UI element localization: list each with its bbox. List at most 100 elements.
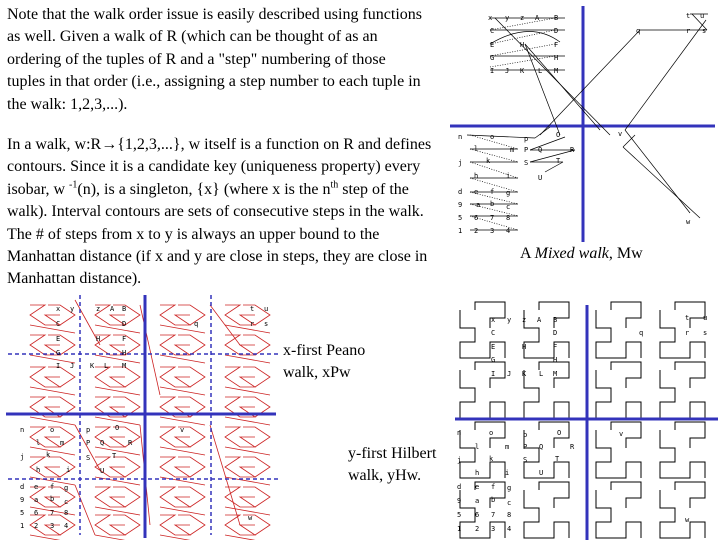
svg-text:1: 1 [458, 227, 462, 235]
svg-text:m: m [60, 439, 64, 447]
svg-text:x: x [56, 305, 60, 313]
svg-text:o: o [50, 426, 54, 434]
svg-text:A: A [537, 316, 542, 324]
svg-text:L: L [539, 370, 543, 378]
svg-text:w: w [686, 218, 691, 226]
svg-text:x: x [488, 14, 492, 22]
hilbert-walk-caption: y-first Hilbert walk, yHw. [348, 443, 436, 487]
svg-text:k: k [486, 157, 491, 165]
mixed-walk-path [466, 13, 708, 231]
svg-text:j: j [458, 159, 462, 167]
svg-text:l: l [36, 439, 40, 447]
svg-text:R: R [128, 439, 133, 447]
svg-text:3: 3 [50, 522, 54, 530]
svg-text:S: S [523, 456, 527, 464]
svg-text:H: H [522, 343, 526, 351]
svg-text:w: w [685, 516, 690, 524]
svg-text:B: B [553, 316, 557, 324]
peano-zigzag [159, 396, 206, 426]
svg-text:I: I [56, 362, 60, 370]
svg-text:e: e [475, 483, 479, 491]
svg-text:z: z [96, 305, 100, 313]
svg-text:y: y [70, 305, 74, 313]
svg-text:n: n [458, 133, 462, 141]
svg-text:I: I [491, 370, 495, 378]
mixed-walk-caption: A Mixed walk, Mw [520, 243, 643, 265]
svg-text:6: 6 [474, 214, 478, 222]
svg-text:x: x [491, 316, 495, 324]
peano-connector [209, 424, 241, 526]
svg-text:5: 5 [457, 511, 461, 519]
svg-text:K: K [522, 370, 527, 378]
svg-text:p: p [524, 135, 528, 143]
peano-zigzag [94, 304, 141, 334]
svg-text:H: H [554, 54, 558, 62]
mixed-walk-diagram: xyzAB CD EHF GH IJKLM qt ur s nopO lmPQR j… [450, 6, 715, 242]
peano-zigzag [224, 366, 271, 396]
svg-text:J: J [70, 362, 74, 370]
svg-text:4: 4 [64, 522, 68, 530]
peano-zigzag [159, 456, 206, 486]
svg-text:c: c [506, 203, 510, 211]
peano-connector [74, 484, 96, 536]
svg-text:u: u [700, 12, 704, 20]
svg-text:H: H [553, 356, 557, 364]
svg-text:2: 2 [474, 227, 478, 235]
svg-text:L: L [104, 362, 108, 370]
caption-line: y-first Hilbert [348, 445, 437, 462]
svg-text:S: S [86, 454, 90, 462]
svg-text:D: D [553, 329, 557, 337]
peano-zigzag [94, 486, 141, 516]
svg-text:i: i [505, 469, 509, 477]
caption-line: x-first Peano [283, 342, 366, 359]
caption-italic: Mixed walk [534, 245, 609, 262]
svg-text:s: s [264, 320, 268, 328]
svg-text:Q: Q [539, 443, 543, 451]
peano-zigzag [159, 366, 206, 396]
svg-text:g: g [507, 484, 511, 492]
peano-zigzag [159, 304, 206, 334]
svg-text:n: n [457, 429, 461, 437]
svg-text:h: h [474, 172, 478, 180]
svg-text:q: q [636, 27, 640, 35]
svg-text:8: 8 [507, 511, 511, 519]
svg-text:C: C [491, 329, 495, 337]
svg-text:t: t [685, 314, 689, 322]
svg-text:M: M [553, 370, 557, 378]
caption-line: walk, xPw [283, 364, 351, 381]
svg-text:h: h [475, 469, 479, 477]
svg-text:G: G [56, 349, 60, 357]
svg-text:g: g [506, 189, 510, 197]
svg-text:F: F [122, 335, 126, 343]
svg-text:s: s [703, 329, 707, 337]
svg-text:7: 7 [490, 214, 494, 222]
svg-text:D: D [554, 27, 558, 35]
svg-text:a: a [476, 201, 480, 209]
svg-text:9: 9 [457, 497, 461, 505]
svg-text:M: M [554, 67, 558, 75]
svg-text:l: l [474, 145, 478, 153]
peano-zigzag [159, 514, 206, 540]
svg-text:E: E [56, 335, 60, 343]
peano-zigzag [224, 456, 271, 486]
svg-text:M: M [122, 362, 126, 370]
svg-text:p: p [523, 431, 527, 439]
svg-text:H: H [122, 349, 126, 357]
svg-text:d: d [458, 188, 462, 196]
svg-text:b: b [491, 496, 495, 504]
svg-text:i: i [506, 172, 510, 180]
svg-text:B: B [554, 14, 558, 22]
svg-text:U: U [100, 467, 104, 475]
intro-paragraph: Note that the walk order issue is easily… [7, 6, 423, 113]
peano-walk-diagram: xyzAB CD EHF GH IJKLM qt ur s nopO lmPQR j… [6, 295, 280, 540]
svg-text:4: 4 [506, 227, 510, 235]
svg-text:H: H [520, 41, 524, 49]
svg-text:f: f [490, 188, 494, 196]
peano-zigzag [29, 304, 76, 334]
svg-text:u: u [703, 314, 707, 322]
svg-text:K: K [90, 362, 95, 370]
svg-text:v: v [180, 426, 184, 434]
svg-text:Q: Q [100, 439, 104, 447]
svg-text:Q: Q [538, 146, 542, 154]
svg-text:o: o [490, 133, 494, 141]
